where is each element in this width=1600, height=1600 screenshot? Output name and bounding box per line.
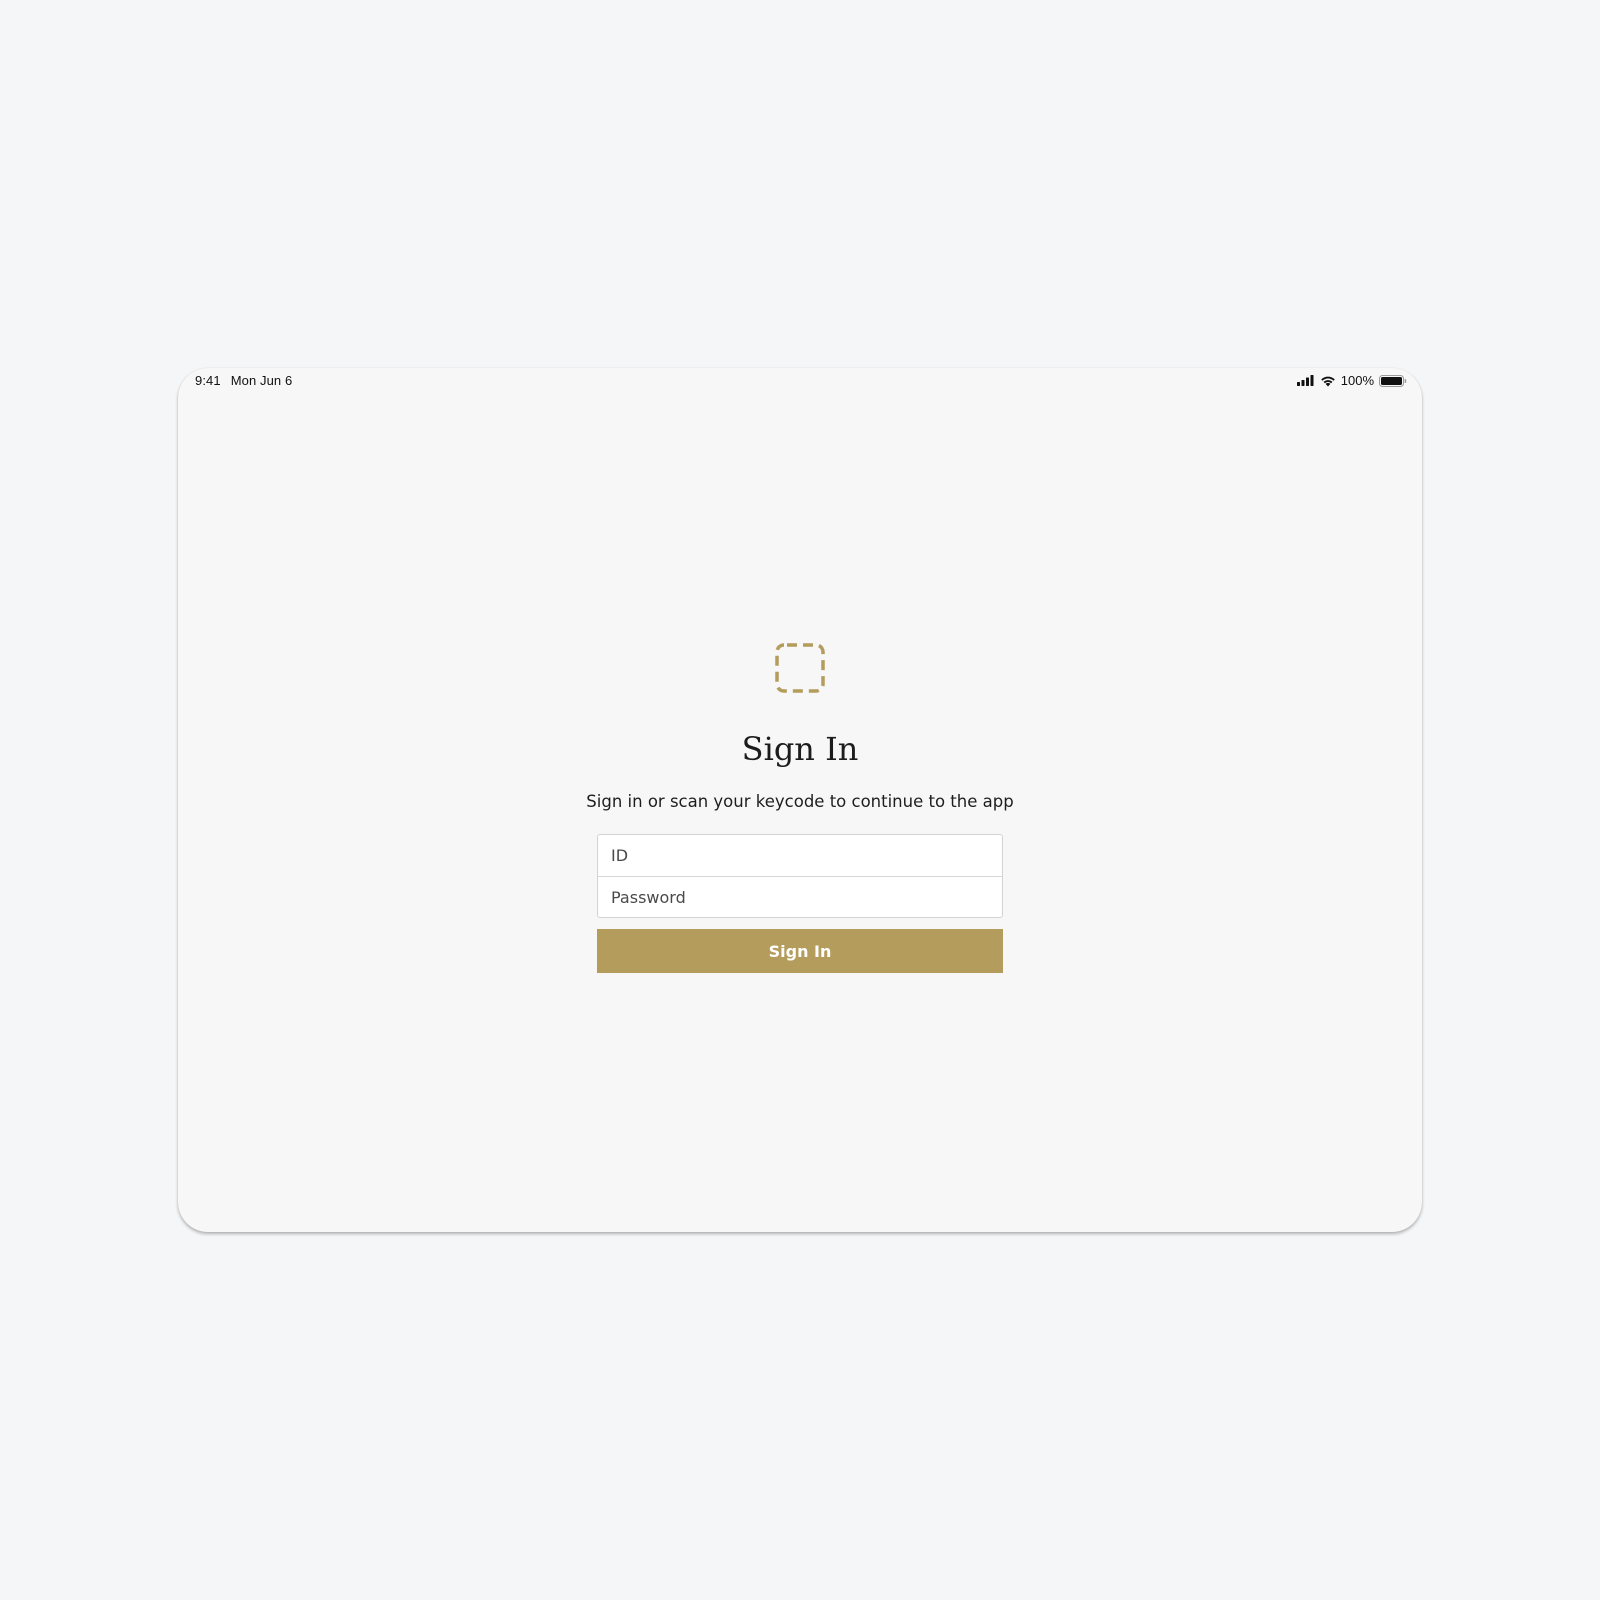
- device-screen: 9:41 Mon Jun 6 100% Sign In Sign in or s…: [178, 368, 1422, 1232]
- page-subtitle: Sign in or scan your keycode to continue…: [586, 792, 1014, 811]
- id-field[interactable]: [598, 835, 1002, 876]
- dashed-square-icon: [774, 642, 826, 694]
- password-field[interactable]: [598, 877, 1002, 918]
- signin-panel: Sign In Sign in or scan your keycode to …: [178, 368, 1422, 1232]
- page-title: Sign In: [741, 730, 859, 768]
- sign-in-button[interactable]: Sign In: [597, 929, 1003, 973]
- credentials-form: [597, 834, 1003, 918]
